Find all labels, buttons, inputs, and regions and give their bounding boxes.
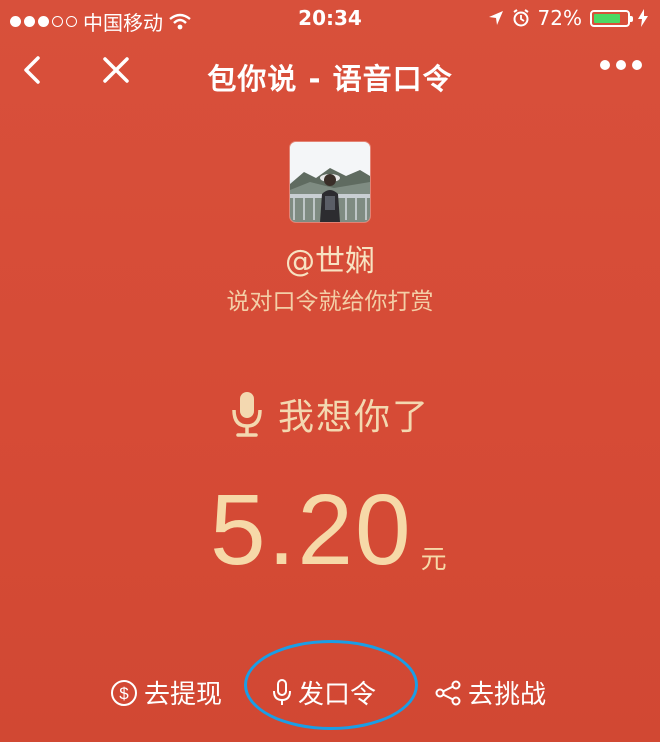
microphone-icon <box>232 392 262 437</box>
voice-command: 我想你了 <box>0 388 660 440</box>
annotation-highlight-ring <box>244 640 418 730</box>
withdraw-label: 去提现 <box>144 680 223 710</box>
dollar-circle-icon: $ <box>111 679 137 706</box>
red-packet-screen: 中国移动 20:34 72% 包你说 - 语音口令 @世娴 说对口令就给你打赏 … <box>0 0 660 742</box>
amount-unit: 元 <box>420 545 447 575</box>
location-icon <box>488 11 503 25</box>
amount-value: 5.20 <box>210 474 413 586</box>
status-right: 72% <box>488 6 648 30</box>
alarm-icon <box>512 9 529 27</box>
navigation-bar: 包你说 - 语音口令 <box>0 40 660 110</box>
sender-name: @世娴 <box>285 244 375 279</box>
svg-text:$: $ <box>119 684 129 703</box>
reward-amount: 5.20 元 <box>210 480 447 580</box>
battery-icon <box>590 9 633 27</box>
status-bar: 中国移动 20:34 72% <box>0 0 660 38</box>
sender-avatar[interactable] <box>290 142 370 222</box>
withdraw-button[interactable]: $ 去提现 <box>110 674 222 711</box>
share-icon <box>435 680 461 705</box>
challenge-label: 去挑战 <box>468 680 547 710</box>
sender-subtitle: 说对口令就给你打赏 <box>226 289 434 315</box>
battery-percent: 72% <box>537 6 582 30</box>
charging-bolt-icon <box>638 9 648 27</box>
page-title: 包你说 - 语音口令 <box>207 62 453 96</box>
more-menu-icon[interactable] <box>600 60 642 70</box>
challenge-button[interactable]: 去挑战 <box>434 674 546 711</box>
voice-command-text: 我想你了 <box>277 397 430 438</box>
